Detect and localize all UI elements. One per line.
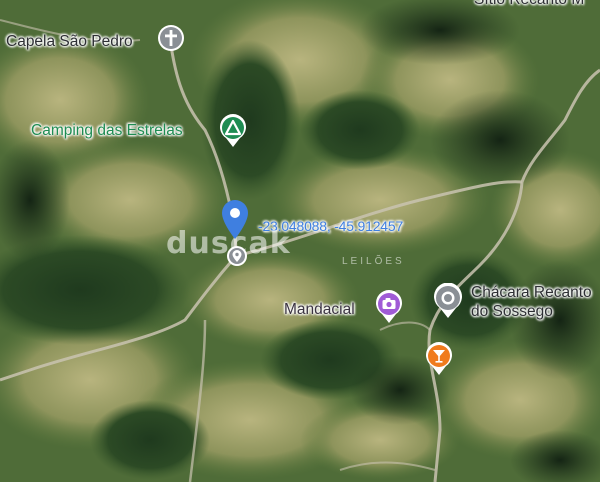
place-label-sitio[interactable]: Sítio Recanto M (474, 0, 584, 9)
cross-icon[interactable] (156, 24, 186, 56)
camera-icon[interactable] (374, 290, 404, 324)
place-label-chacara-line2[interactable]: do Sossego (471, 303, 553, 321)
small-pin-icon[interactable] (226, 245, 248, 269)
watermark-subtitle: LEILÕES (342, 256, 405, 267)
place-label-camping[interactable]: Camping das Estrelas (31, 122, 183, 140)
satellite-imagery (0, 0, 600, 482)
pin-circle-icon[interactable] (432, 283, 464, 319)
place-label-chacara-line1[interactable]: Chácara Recanto (471, 284, 592, 302)
tent-icon[interactable] (218, 114, 248, 148)
location-pin-icon[interactable] (220, 198, 250, 240)
place-label-mandacial[interactable]: Mandacial (284, 301, 355, 319)
place-label-capela[interactable]: Capela São Pedro (6, 33, 133, 51)
map-view[interactable]: Sítio Recanto M Capela São Pedro Camping… (0, 0, 600, 482)
cocktail-icon[interactable] (424, 342, 454, 376)
